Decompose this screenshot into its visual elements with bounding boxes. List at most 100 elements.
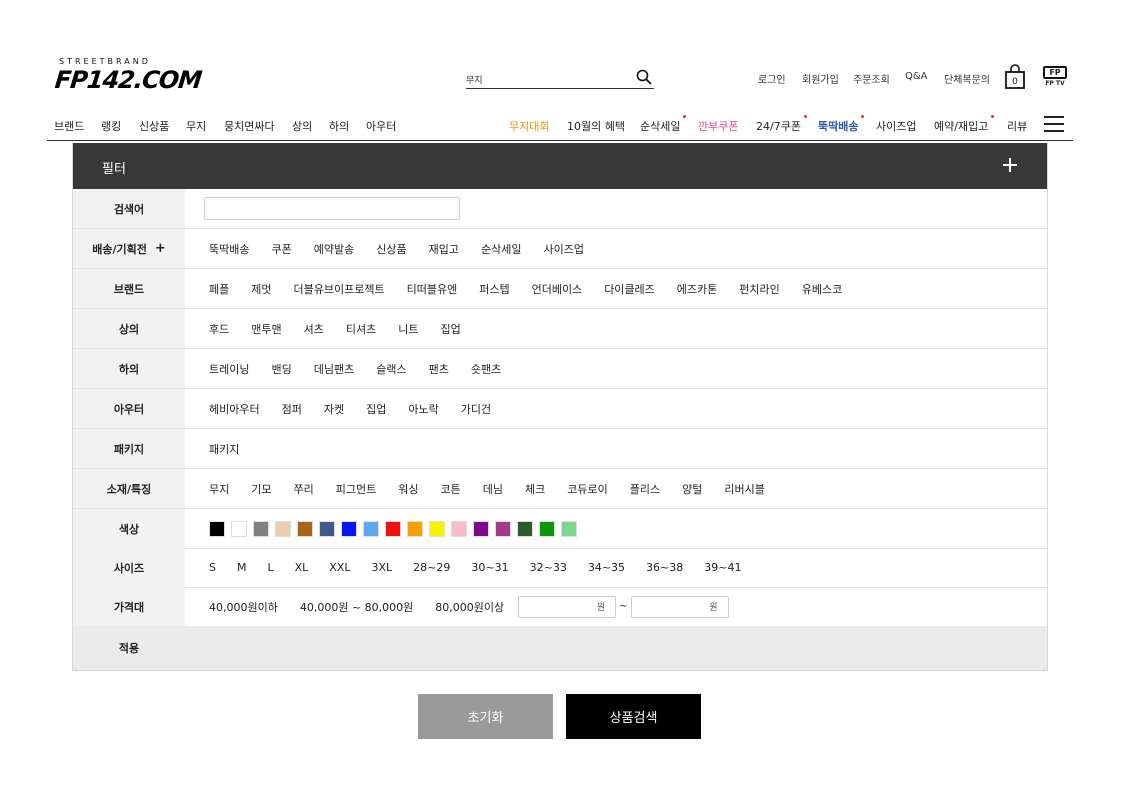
color-swatch[interactable] <box>231 520 247 537</box>
nav-reservation[interactable]: 예약/재입고 <box>934 115 995 134</box>
filter-option[interactable]: 페플 <box>209 281 229 297</box>
filter-option[interactable]: 밴딩 <box>271 361 291 377</box>
size-option[interactable]: 30~31 <box>471 561 508 574</box>
price-option[interactable]: 40,000원이하 <box>209 599 278 615</box>
login-link[interactable]: 로그인 <box>758 71 786 86</box>
nav-247-coupon[interactable]: 24/7쿠폰 <box>756 115 807 134</box>
nav-flash-sale[interactable]: 순삭세일 <box>640 115 687 134</box>
filter-option[interactable]: 펀치라인 <box>739 281 779 297</box>
filter-option[interactable]: 후드 <box>209 321 229 337</box>
nav-brand[interactable]: 브랜드 <box>54 118 84 134</box>
shopping-bag-icon[interactable]: 0 <box>1004 64 1026 90</box>
filter-option[interactable]: 가디건 <box>461 401 491 417</box>
filter-option[interactable]: 더블유브이프로젝트 <box>294 281 385 297</box>
filter-option[interactable]: 유베스코 <box>802 281 842 297</box>
filter-option[interactable]: 아노락 <box>408 401 438 417</box>
color-swatch[interactable] <box>363 520 379 537</box>
filter-option[interactable]: 다이클레즈 <box>604 281 655 297</box>
filter-option[interactable]: 코튼 <box>440 481 460 497</box>
nav-plain[interactable]: 무지 <box>186 118 206 134</box>
filter-option[interactable]: 예약발송 <box>314 241 354 257</box>
filter-option[interactable]: 쭈리 <box>294 481 314 497</box>
nav-outer[interactable]: 아우터 <box>366 118 396 134</box>
filter-option[interactable]: 퍼스텝 <box>479 281 509 297</box>
search-icon[interactable] <box>636 69 652 85</box>
qna-link[interactable]: Q&A <box>905 71 928 82</box>
nav-bundle[interactable]: 뭉치면싸다 <box>224 118 275 134</box>
color-swatch[interactable] <box>495 520 511 537</box>
reset-button[interactable]: 초기화 <box>418 694 553 739</box>
plus-icon[interactable]: + <box>155 241 166 256</box>
filter-option[interactable]: 티셔츠 <box>346 321 376 337</box>
product-search-button[interactable]: 상품검색 <box>566 694 701 739</box>
filter-option[interactable]: 셔츠 <box>304 321 324 337</box>
filter-option[interactable]: 트레이닝 <box>209 361 249 377</box>
filter-option[interactable]: 티떠블유엔 <box>407 281 458 297</box>
filter-option[interactable]: 숏팬츠 <box>471 361 501 377</box>
size-option[interactable]: 36~38 <box>646 561 683 574</box>
filter-option[interactable]: 쿠폰 <box>271 241 291 257</box>
filter-option[interactable]: 맨투맨 <box>251 321 281 337</box>
size-option[interactable]: M <box>237 561 247 574</box>
filter-option[interactable]: 양털 <box>682 481 702 497</box>
size-option[interactable]: 3XL <box>372 561 393 574</box>
nav-ranking[interactable]: 랭킹 <box>101 118 121 134</box>
size-option[interactable]: 39~41 <box>704 561 741 574</box>
filter-option[interactable]: 점퍼 <box>282 401 302 417</box>
size-option[interactable]: 28~29 <box>413 561 450 574</box>
price-option[interactable]: 40,000원 ~ 80,000원 <box>300 599 413 615</box>
color-swatch[interactable] <box>385 520 401 537</box>
search-bar[interactable]: 무지 <box>466 67 654 89</box>
nav-size-up[interactable]: 사이즈업 <box>876 118 916 134</box>
color-swatch[interactable] <box>517 520 533 537</box>
filter-option[interactable]: 에즈카톤 <box>677 281 717 297</box>
nav-bottoms[interactable]: 하의 <box>329 118 349 134</box>
filter-option[interactable]: 팬츠 <box>429 361 449 377</box>
nav-kkanbu-coupon[interactable]: 깐부쿠폰 <box>698 118 738 134</box>
search-input[interactable]: 무지 <box>466 73 483 86</box>
filter-option[interactable]: 데님팬츠 <box>314 361 354 377</box>
keyword-input[interactable] <box>204 197 460 220</box>
filter-option[interactable]: 자켓 <box>324 401 344 417</box>
filter-option[interactable]: 재입고 <box>429 241 459 257</box>
color-swatch[interactable] <box>297 520 313 537</box>
filter-option[interactable]: 피그먼트 <box>336 481 376 497</box>
nav-tops[interactable]: 상의 <box>292 118 312 134</box>
filter-option[interactable]: 제멋 <box>251 281 271 297</box>
nav-october-benefits[interactable]: 10월의 혜택 <box>567 118 625 134</box>
color-swatch[interactable] <box>209 520 225 537</box>
site-logo[interactable]: STREETBRAND FP142.COM <box>54 57 203 94</box>
filter-option[interactable]: 사이즈업 <box>543 241 583 257</box>
filter-option[interactable]: 패키지 <box>209 441 239 457</box>
filter-option[interactable]: 기모 <box>251 481 271 497</box>
order-lookup-link[interactable]: 주문조회 <box>853 71 890 86</box>
filter-option[interactable]: 데님 <box>483 481 503 497</box>
filter-option[interactable]: 체크 <box>525 481 545 497</box>
color-swatch[interactable] <box>561 520 577 537</box>
filter-option[interactable]: 집업 <box>441 321 461 337</box>
color-swatch[interactable] <box>319 520 335 537</box>
signup-link[interactable]: 회원가입 <box>802 71 839 86</box>
filter-option[interactable]: 언더베이스 <box>532 281 583 297</box>
filter-option[interactable]: 니트 <box>398 321 418 337</box>
color-swatch[interactable] <box>451 520 467 537</box>
expand-plus-icon[interactable] <box>1003 158 1017 172</box>
size-option[interactable]: L <box>267 561 273 574</box>
filter-option[interactable]: 뚝딱배송 <box>209 241 249 257</box>
max-price-field[interactable]: 원 <box>630 595 729 618</box>
filter-option[interactable]: 코듀로이 <box>567 481 607 497</box>
nav-quick-delivery[interactable]: 뚝딱배송 <box>818 115 865 134</box>
min-price-field[interactable]: 원 <box>518 595 617 618</box>
filter-option[interactable]: 워싱 <box>398 481 418 497</box>
group-order-link[interactable]: 단체복문의 <box>944 71 990 86</box>
color-swatch[interactable] <box>407 520 423 537</box>
nav-new[interactable]: 신상품 <box>139 118 169 134</box>
color-swatch[interactable] <box>275 520 291 537</box>
size-option[interactable]: 32~33 <box>530 561 567 574</box>
size-option[interactable]: XL <box>295 561 309 574</box>
price-option[interactable]: 80,000원이상 <box>435 599 504 615</box>
size-option[interactable]: S <box>209 561 216 574</box>
filter-option[interactable]: 플리스 <box>630 481 660 497</box>
filter-option[interactable]: 헤비아우터 <box>209 401 260 417</box>
filter-header[interactable]: 필터 <box>73 143 1047 189</box>
